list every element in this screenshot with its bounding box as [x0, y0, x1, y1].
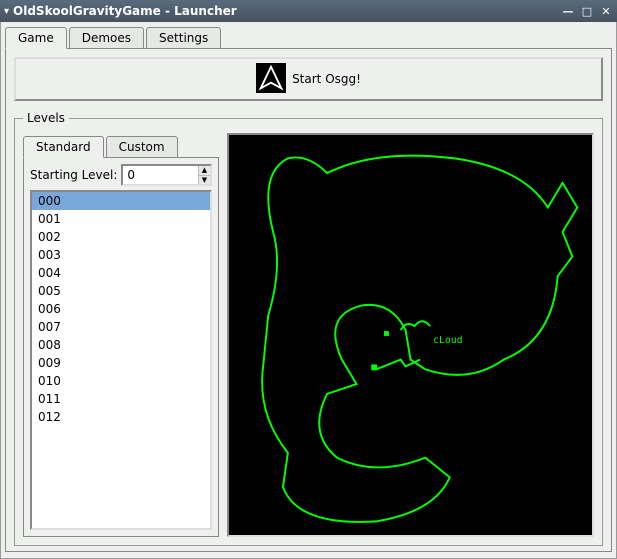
- start-osgg-button[interactable]: Start Osgg!: [14, 57, 603, 101]
- spinner-down-icon[interactable]: ▼: [199, 176, 210, 185]
- levels-subtabstrip: Standard Custom: [23, 133, 219, 157]
- starting-level-spinner[interactable]: ▲ ▼: [121, 164, 212, 186]
- list-item[interactable]: 001: [32, 210, 210, 228]
- start-osgg-label: Start Osgg!: [292, 72, 361, 86]
- list-item[interactable]: 002: [32, 228, 210, 246]
- level-preview: cLoud: [227, 133, 594, 537]
- list-item[interactable]: 005: [32, 282, 210, 300]
- subtab-custom[interactable]: Custom: [106, 136, 178, 157]
- tabpage-game: Start Osgg! Levels Standard Custom Start…: [5, 48, 612, 552]
- list-item[interactable]: 012: [32, 408, 210, 426]
- close-button[interactable]: ✕: [597, 3, 615, 19]
- subpage-standard: Starting Level: ▲ ▼ 00000100200300400500…: [23, 157, 219, 537]
- levels-legend: Levels: [23, 111, 69, 125]
- starting-level-label: Starting Level:: [30, 168, 117, 182]
- list-item[interactable]: 004: [32, 264, 210, 282]
- titlebar: ▾ OldSkoolGravityGame - Launcher — □ ✕: [0, 0, 617, 22]
- subtab-standard[interactable]: Standard: [23, 136, 104, 158]
- minimize-button[interactable]: —: [559, 3, 577, 19]
- tab-settings[interactable]: Settings: [146, 27, 221, 48]
- window-menu-icon[interactable]: ▾: [4, 6, 9, 17]
- main-tabstrip: Game Demoes Settings: [1, 22, 616, 48]
- list-item[interactable]: 003: [32, 246, 210, 264]
- spinner-up-icon[interactable]: ▲: [199, 166, 210, 176]
- tab-game[interactable]: Game: [5, 27, 67, 49]
- list-item[interactable]: 000: [32, 192, 210, 210]
- starting-level-input[interactable]: [123, 166, 198, 184]
- maximize-button[interactable]: □: [578, 3, 596, 19]
- list-item[interactable]: 011: [32, 390, 210, 408]
- ship-icon: [256, 63, 286, 96]
- levels-group: Levels Standard Custom Starting Level:: [14, 111, 603, 546]
- list-item[interactable]: 009: [32, 354, 210, 372]
- list-item[interactable]: 010: [32, 372, 210, 390]
- list-item[interactable]: 008: [32, 336, 210, 354]
- tab-demoes[interactable]: Demoes: [69, 27, 144, 48]
- levels-listbox[interactable]: 000001002003004005006007008009010011012: [30, 190, 212, 530]
- list-item[interactable]: 006: [32, 300, 210, 318]
- list-item[interactable]: 007: [32, 318, 210, 336]
- window-title: OldSkoolGravityGame - Launcher: [13, 4, 558, 18]
- preview-cloud-label: cLoud: [433, 335, 463, 346]
